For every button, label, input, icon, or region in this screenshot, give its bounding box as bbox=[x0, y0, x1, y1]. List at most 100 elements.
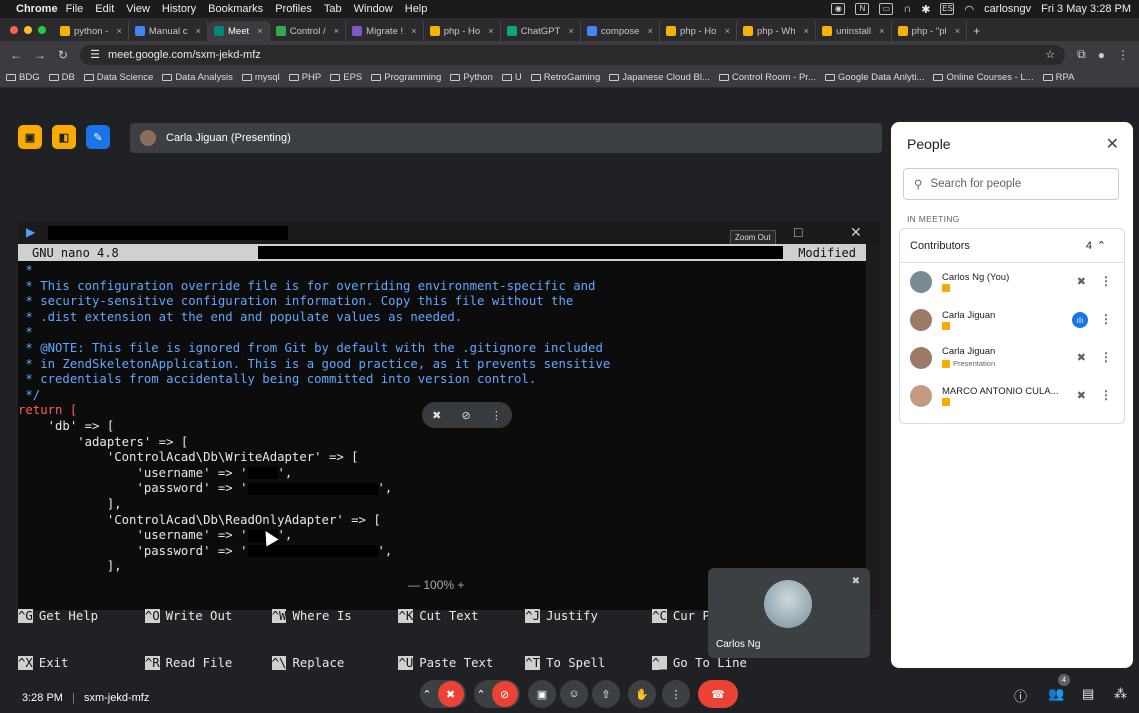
tab-7[interactable]: compose × bbox=[581, 21, 660, 41]
chat-icon[interactable]: ▭ bbox=[879, 3, 894, 15]
forward-icon[interactable]: → bbox=[34, 48, 46, 62]
back-icon[interactable]: ← bbox=[10, 48, 22, 62]
layout-button[interactable]: ✎ bbox=[86, 125, 110, 149]
close-tab-icon[interactable]: × bbox=[720, 26, 730, 37]
tab-11[interactable]: php - "pl × bbox=[892, 21, 968, 41]
menu-tab[interactable]: Tab bbox=[324, 3, 342, 15]
keyboard-es-icon[interactable]: ES bbox=[940, 3, 955, 15]
tab-1[interactable]: Manual c × bbox=[129, 21, 209, 41]
close-tab-icon[interactable]: × bbox=[112, 26, 122, 37]
menubar-user[interactable]: carlosngv bbox=[984, 3, 1031, 15]
app-name[interactable]: Chrome bbox=[16, 3, 58, 15]
tab-5[interactable]: php - Ho × bbox=[424, 21, 501, 41]
participant-row[interactable]: MARCO ANTONIO CULA... ✖ ⋮ bbox=[900, 377, 1124, 415]
tab-8[interactable]: php - Ho × bbox=[660, 21, 737, 41]
leave-call-button[interactable]: ☎ bbox=[698, 680, 738, 708]
address-bar[interactable]: ☰ meet.google.com/sxm-jekd-mfz ☆ bbox=[80, 44, 1066, 65]
more-icon[interactable]: ⋮ bbox=[1100, 274, 1112, 288]
zoom-window-button[interactable] bbox=[38, 25, 46, 34]
chevron-up-icon[interactable]: ⌃ bbox=[422, 688, 431, 701]
bookmark-10[interactable]: RetroGaming bbox=[530, 72, 600, 83]
close-terminal-icon[interactable]: ✕ bbox=[850, 224, 862, 241]
activities-icon[interactable]: ⁂ bbox=[1114, 686, 1127, 702]
bookmark-1[interactable]: DB bbox=[48, 72, 75, 83]
more-icon[interactable]: ⋮ bbox=[1100, 312, 1112, 326]
close-tab-icon[interactable]: × bbox=[564, 26, 574, 37]
bluetooth-icon[interactable]: ✱ bbox=[921, 3, 930, 16]
profile-icon[interactable]: ● bbox=[1098, 48, 1105, 62]
maximize-icon[interactable]: □ bbox=[794, 224, 802, 240]
menu-profiles[interactable]: Profiles bbox=[275, 3, 312, 15]
close-tab-icon[interactable]: × bbox=[484, 26, 494, 37]
zoom-minus-icon[interactable]: — bbox=[408, 578, 420, 592]
close-tab-icon[interactable]: × bbox=[330, 26, 340, 37]
chrome-menu-icon[interactable]: ⋮ bbox=[1117, 48, 1129, 62]
close-tab-icon[interactable]: × bbox=[191, 26, 201, 37]
reactions-button[interactable]: ☺ bbox=[560, 680, 588, 708]
chevron-up-icon[interactable]: ⌃ bbox=[476, 688, 485, 701]
status-icon[interactable]: ◉ bbox=[831, 3, 846, 15]
close-tab-icon[interactable]: × bbox=[407, 26, 417, 37]
tab-10[interactable]: uninstall × bbox=[816, 21, 892, 41]
raise-hand-button[interactable]: ✋ bbox=[628, 680, 656, 708]
self-video-tile[interactable]: ✖ Carlos Ng bbox=[708, 568, 870, 658]
more-options-icon[interactable]: ⋮ bbox=[491, 409, 502, 422]
mic-off-icon[interactable]: ✖ bbox=[1077, 389, 1086, 402]
bookmark-7[interactable]: Programming bbox=[371, 72, 441, 83]
zoom-plus-icon[interactable]: + bbox=[457, 578, 464, 592]
close-icon[interactable]: ✕ bbox=[1106, 134, 1119, 154]
menu-view[interactable]: View bbox=[126, 3, 150, 15]
bookmark-6[interactable]: EPS bbox=[330, 72, 362, 83]
speaking-icon[interactable]: ıIı bbox=[1072, 312, 1088, 328]
captions-button[interactable]: ▣ bbox=[528, 680, 556, 708]
close-tab-icon[interactable]: × bbox=[800, 26, 810, 37]
participant-row[interactable]: Carla Jiguan Presentation ✖ ⋮ bbox=[900, 339, 1124, 377]
notion-icon[interactable]: N bbox=[855, 3, 870, 15]
more-options-button[interactable]: ⋮ bbox=[662, 680, 690, 708]
tab-4[interactable]: Migrate ! × bbox=[346, 21, 424, 41]
bookmark-9[interactable]: U bbox=[501, 72, 522, 83]
extensions-icon[interactable]: ⧉ bbox=[1077, 47, 1086, 62]
bookmark-11[interactable]: Japanese Cloud Bl... bbox=[609, 72, 710, 83]
mic-button[interactable]: ⌃ ✖ bbox=[420, 680, 466, 708]
close-window-button[interactable] bbox=[10, 25, 18, 34]
participant-row[interactable]: Carlos Ng (You) ✖ ⋮ bbox=[900, 263, 1124, 301]
participant-row[interactable]: Carla Jiguan ıIı ⋮ bbox=[900, 301, 1124, 339]
present-tab-button[interactable]: ◧ bbox=[52, 125, 76, 149]
tab-9[interactable]: php - Wh × bbox=[737, 21, 817, 41]
bookmark-5[interactable]: PHP bbox=[288, 72, 321, 83]
tab-3[interactable]: Control / × bbox=[270, 21, 347, 41]
close-tab-icon[interactable]: × bbox=[875, 26, 885, 37]
menu-help[interactable]: Help bbox=[405, 3, 428, 15]
stop-present-button[interactable]: ▣ bbox=[18, 125, 42, 149]
wifi-icon[interactable]: ◠ bbox=[964, 3, 974, 16]
menu-file[interactable]: File bbox=[66, 3, 84, 15]
site-info-icon[interactable]: ☰ bbox=[90, 48, 100, 61]
menu-window[interactable]: Window bbox=[354, 3, 393, 15]
menu-bookmarks[interactable]: Bookmarks bbox=[208, 3, 263, 15]
bookmark-2[interactable]: Data Science bbox=[83, 72, 153, 83]
tab-0[interactable]: python - × bbox=[54, 21, 129, 41]
more-icon[interactable]: ⋮ bbox=[1100, 350, 1112, 364]
bookmark-12[interactable]: Control Room - Pr... bbox=[718, 72, 816, 83]
contributors-header[interactable]: Contributors 4 ⌃ bbox=[900, 229, 1124, 263]
close-tab-icon[interactable]: × bbox=[643, 26, 653, 37]
present-button[interactable]: ⇧ bbox=[592, 680, 620, 708]
menubar-datetime[interactable]: Fri 3 May 3:28 PM bbox=[1041, 3, 1131, 15]
reload-icon[interactable]: ↻ bbox=[58, 48, 68, 62]
close-tab-icon[interactable]: × bbox=[951, 26, 961, 37]
mic-off-icon[interactable]: ✖ bbox=[1077, 351, 1086, 364]
bookmark-15[interactable]: RPA bbox=[1042, 72, 1074, 83]
bookmark-8[interactable]: Python bbox=[450, 72, 493, 83]
terminal-scrollbar[interactable] bbox=[866, 244, 880, 610]
bookmark-star-icon[interactable]: ☆ bbox=[1045, 48, 1055, 61]
info-icon[interactable]: ⓘ bbox=[1014, 686, 1027, 705]
bookmark-3[interactable]: Data Analysis bbox=[162, 72, 233, 83]
chat-icon[interactable]: ▤ bbox=[1082, 686, 1094, 702]
more-icon[interactable]: ⋮ bbox=[1100, 388, 1112, 402]
bookmark-14[interactable]: Online Courses - L... bbox=[933, 72, 1034, 83]
close-tab-icon[interactable]: × bbox=[253, 26, 263, 37]
new-tab-button[interactable]: + bbox=[973, 21, 980, 41]
mic-off-icon[interactable]: ⊘ bbox=[462, 409, 471, 422]
minimize-window-button[interactable] bbox=[24, 25, 32, 34]
